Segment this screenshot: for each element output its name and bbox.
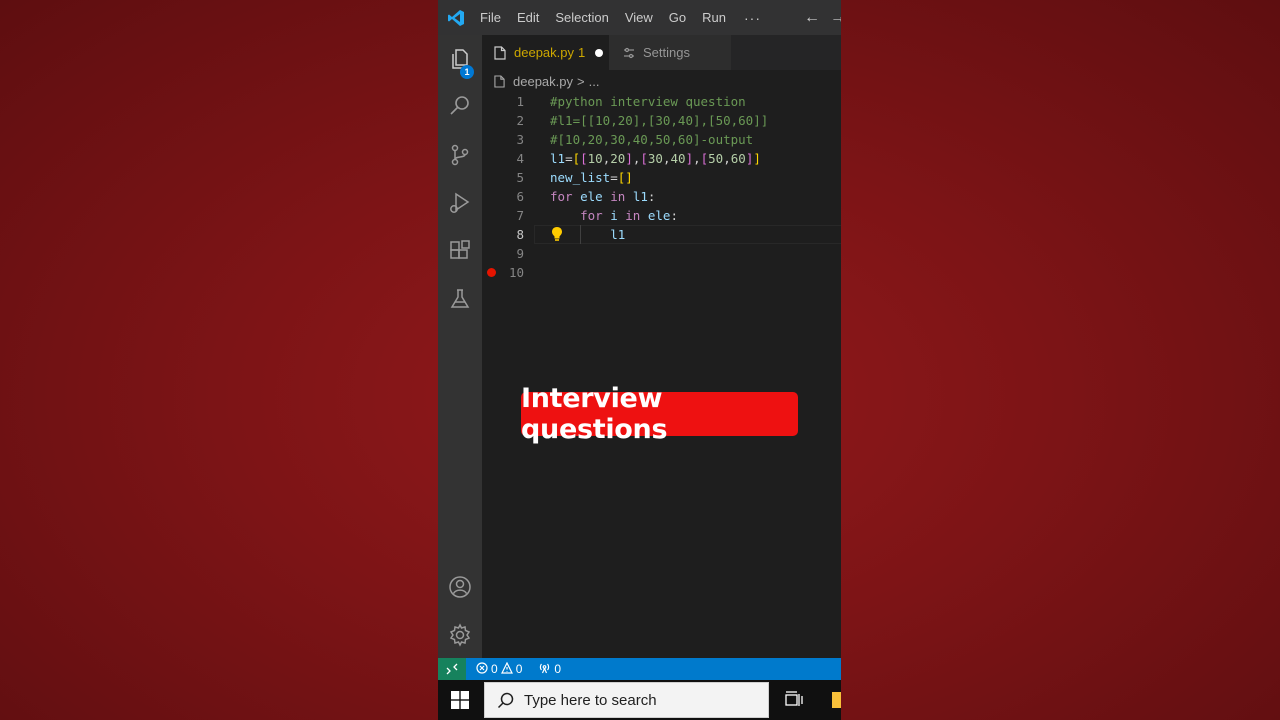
- line-number: 8: [516, 227, 524, 242]
- python-file-icon: [494, 45, 506, 60]
- code-editor[interactable]: 1 #python interview question 2 #l1=[[10,…: [482, 92, 841, 658]
- ports-count: 0: [554, 662, 562, 676]
- line-number: 7: [516, 208, 524, 223]
- tab-problems-count: 1: [578, 45, 586, 60]
- menu-go[interactable]: Go: [661, 0, 694, 35]
- broadcast-icon: [538, 662, 551, 677]
- code-line: 5 new_list=[]: [482, 168, 841, 187]
- code-line-active: 8 l1: [482, 225, 841, 244]
- menu-more[interactable]: ···: [734, 10, 771, 26]
- breadcrumb-more[interactable]: ...: [589, 74, 600, 89]
- code-text: new_list=[]: [550, 170, 633, 185]
- title-bar: File Edit Selection View Go Run ··· ← →: [438, 0, 841, 35]
- windows-taskbar: Type here to search: [438, 680, 841, 720]
- remote-indicator-icon[interactable]: [438, 658, 466, 680]
- windows-start-icon[interactable]: [438, 680, 482, 720]
- breadcrumb-file[interactable]: deepak.py: [513, 74, 573, 89]
- code-line: 1 #python interview question: [482, 92, 841, 111]
- code-text: for ele in l1:: [550, 189, 656, 204]
- vscode-logo-icon: [442, 0, 470, 35]
- menu-selection[interactable]: Selection: [547, 0, 616, 35]
- error-count: 0: [491, 662, 498, 676]
- menu-edit[interactable]: Edit: [509, 0, 547, 35]
- search-icon[interactable]: [438, 86, 482, 126]
- code-text: l1=[[10,20],[30,40],[50,60]]: [550, 151, 761, 166]
- tab-label: deepak.py: [514, 45, 574, 60]
- explorer-badge: 1: [460, 65, 474, 79]
- activity-bar: 1: [438, 35, 482, 658]
- menu-file[interactable]: File: [470, 0, 509, 35]
- code-line: 2 #l1=[[10,20],[30,40],[50,60]]: [482, 111, 841, 130]
- taskbar-search-input[interactable]: Type here to search: [484, 682, 769, 718]
- breadcrumb-separator: >: [577, 73, 585, 89]
- tab-deepak-py[interactable]: deepak.py 1: [482, 35, 609, 70]
- line-number: 9: [516, 246, 524, 261]
- account-icon[interactable]: [438, 567, 482, 607]
- back-arrow-icon[interactable]: ←: [804, 0, 820, 35]
- code-line: 9: [482, 244, 841, 263]
- line-number: 1: [516, 94, 524, 109]
- code-line: 10: [482, 263, 841, 282]
- code-line: 6 for ele in l1:: [482, 187, 841, 206]
- vscode-window: File Edit Selection View Go Run ··· ← → …: [438, 0, 841, 720]
- caption-banner: Interview questions: [521, 383, 798, 445]
- testing-icon[interactable]: [438, 279, 482, 319]
- forward-arrow-icon[interactable]: →: [830, 0, 841, 35]
- code-text: l1: [610, 227, 626, 242]
- settings-sliders-icon: [623, 47, 635, 59]
- menu-run[interactable]: Run: [694, 0, 734, 35]
- line-number: 4: [516, 151, 524, 166]
- ports-status[interactable]: 0: [538, 662, 561, 677]
- status-bar: 0 0 0: [438, 658, 841, 680]
- code-text: #[10,20,30,40,50,60]-output: [550, 132, 754, 147]
- manage-gear-icon[interactable]: [438, 615, 482, 655]
- line-number: 5: [516, 170, 524, 185]
- file-explorer-icon[interactable]: [832, 692, 841, 708]
- search-icon: [497, 692, 514, 709]
- run-debug-icon[interactable]: [438, 183, 482, 223]
- code-line: 7 for i in ele:: [482, 206, 841, 225]
- unsaved-dot-icon[interactable]: [595, 48, 604, 57]
- problems-status[interactable]: 0 0: [476, 661, 523, 677]
- explorer-icon[interactable]: 1: [438, 39, 482, 79]
- code-text: #python interview question: [550, 94, 746, 109]
- editor-tabs: deepak.py 1 Settings: [482, 35, 841, 70]
- code-text: for i in ele:: [580, 208, 678, 223]
- tab-label: Settings: [643, 45, 690, 60]
- breadcrumb: deepak.py > ...: [482, 70, 841, 92]
- warning-count: 0: [515, 662, 523, 676]
- search-placeholder: Type here to search: [524, 691, 657, 709]
- line-number: 6: [516, 189, 524, 204]
- code-line: 4 l1=[[10,20],[30,40],[50,60]]: [482, 149, 841, 168]
- warning-icon: [500, 661, 513, 677]
- line-number: 10: [508, 265, 524, 280]
- line-number: 2: [516, 113, 524, 128]
- code-line: 3 #[10,20,30,40,50,60]-output: [482, 130, 841, 149]
- tab-settings[interactable]: Settings: [609, 35, 731, 70]
- source-control-icon[interactable]: [438, 135, 482, 175]
- task-view-icon[interactable]: [782, 688, 806, 712]
- line-number: 3: [516, 132, 524, 147]
- menu-view[interactable]: View: [617, 0, 661, 35]
- error-icon: [476, 661, 488, 677]
- extensions-icon[interactable]: [438, 231, 482, 271]
- code-text: #l1=[[10,20],[30,40],[50,60]]: [550, 113, 769, 128]
- python-file-icon: [494, 74, 505, 88]
